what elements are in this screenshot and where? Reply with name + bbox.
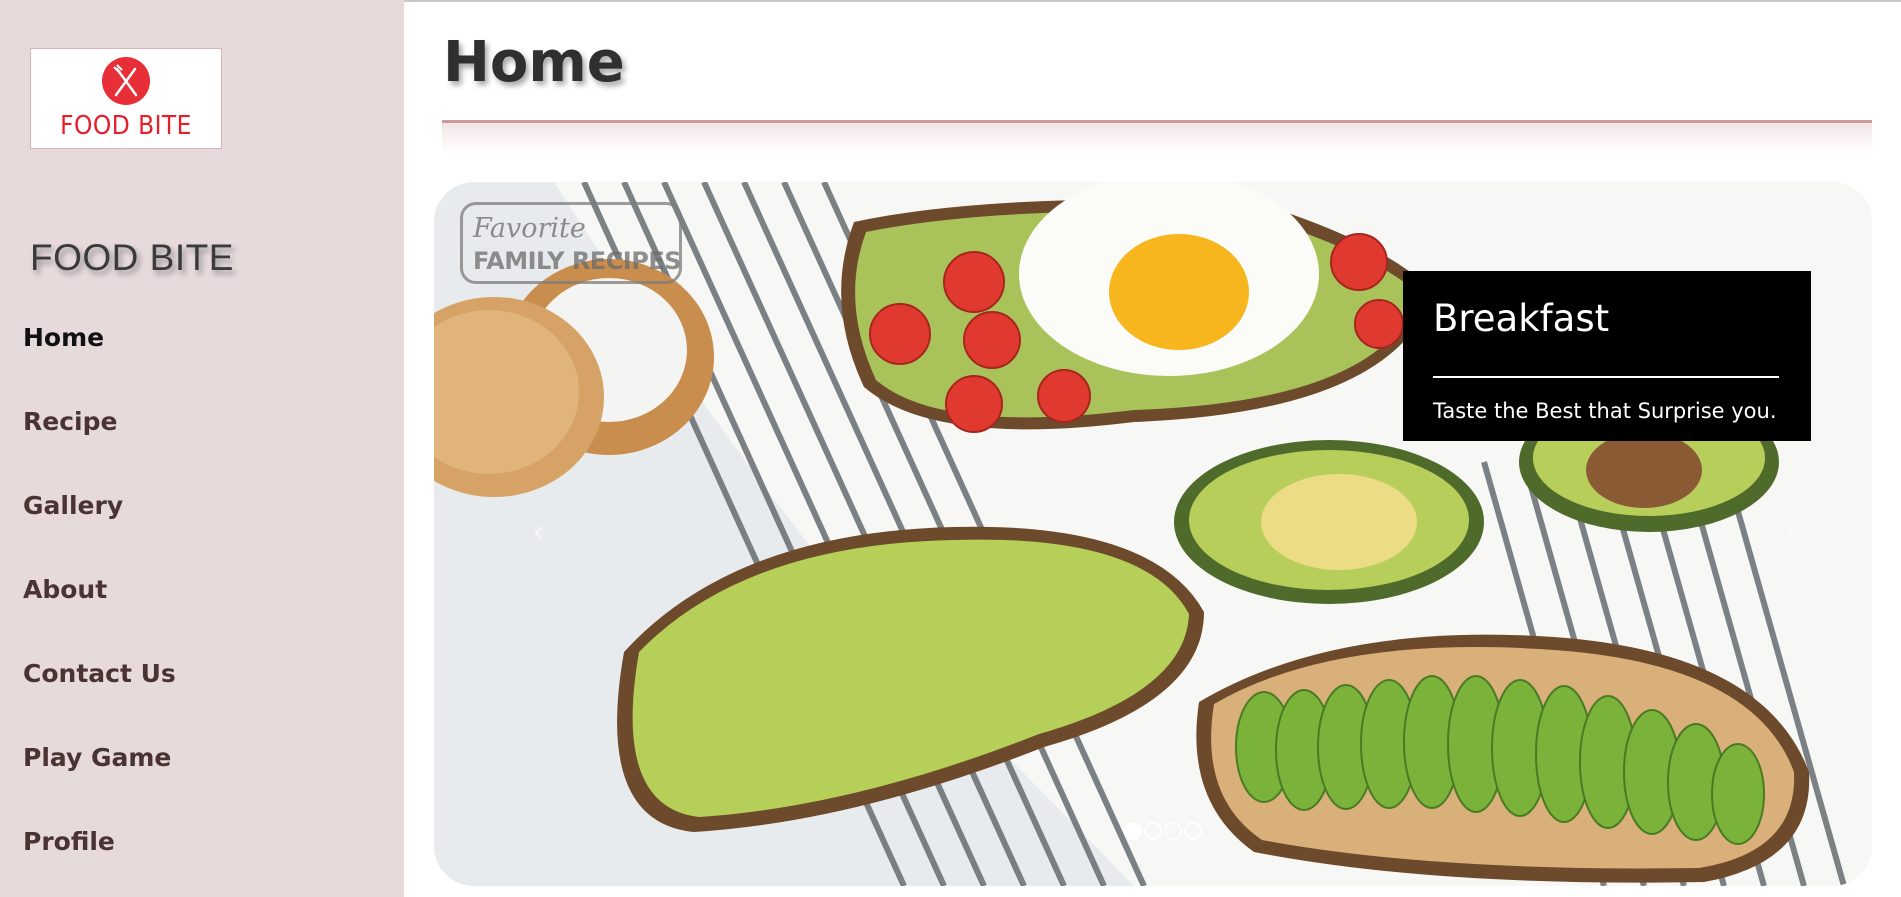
- logo[interactable]: FOOD BITE: [30, 48, 222, 149]
- sidebar: FOOD BITE FOOD BITE Home Recipe Gallery …: [0, 0, 404, 897]
- image-carousel[interactable]: Favorite FAMILY RECIPES Breakfast Taste …: [434, 182, 1872, 886]
- nav-contact-us[interactable]: Contact Us: [23, 659, 176, 688]
- carousel-indicator-1[interactable]: [1124, 822, 1142, 840]
- watermark-line1: Favorite: [473, 213, 586, 244]
- nav-gallery[interactable]: Gallery: [23, 491, 123, 520]
- nav-recipe[interactable]: Recipe: [23, 407, 117, 436]
- nav-play-game[interactable]: Play Game: [23, 743, 171, 772]
- nav-about[interactable]: About: [23, 575, 107, 604]
- chevron-left-icon: ‹: [532, 512, 546, 552]
- chevron-right-icon: ›: [1782, 512, 1796, 552]
- caption-title: Breakfast: [1433, 297, 1610, 340]
- slide-caption: Breakfast Taste the Best that Surprise y…: [1403, 271, 1811, 441]
- page-title: Home: [443, 30, 625, 95]
- carousel-indicator-3[interactable]: [1164, 822, 1182, 840]
- carousel-next-button[interactable]: ›: [1774, 502, 1814, 562]
- watermark-line2: FAMILY RECIPES: [473, 247, 682, 275]
- title-divider-shadow: [442, 123, 1872, 153]
- nav-home[interactable]: Home: [23, 323, 104, 352]
- caption-text: Taste the Best that Surprise you.: [1433, 399, 1777, 423]
- carousel-prev-button[interactable]: ‹: [524, 502, 564, 562]
- carousel-indicator-2[interactable]: [1144, 822, 1162, 840]
- fork-knife-icon: [102, 57, 150, 105]
- logo-text: FOOD BITE: [60, 111, 192, 141]
- nav-profile[interactable]: Profile: [23, 827, 115, 856]
- caption-divider: [1433, 376, 1779, 378]
- brand-name: FOOD BITE: [30, 237, 234, 278]
- carousel-indicator-4[interactable]: [1184, 822, 1202, 840]
- watermark: Favorite FAMILY RECIPES: [460, 202, 682, 284]
